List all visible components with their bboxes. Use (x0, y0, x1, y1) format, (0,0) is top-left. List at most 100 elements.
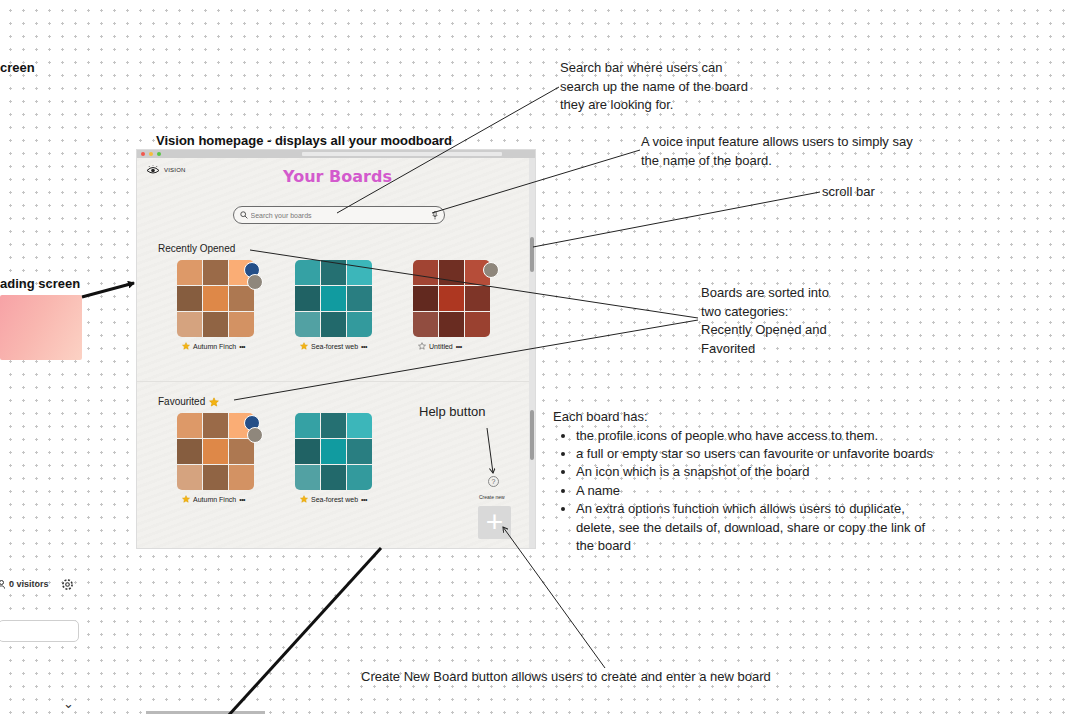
thumbnail-cell (295, 286, 320, 311)
scroll-thumb[interactable] (530, 410, 534, 460)
app-window: VISION Your Boards Recently Opened Autumn F… (137, 150, 535, 548)
canvas-bar (146, 711, 265, 714)
search-input[interactable] (248, 208, 432, 222)
board-card[interactable]: Sea-forest web••• (295, 413, 372, 504)
annotation-note: Search bar where users cansearch up the … (560, 59, 748, 115)
thumbnail-cell (321, 439, 346, 464)
board-card[interactable]: Autumn Finch••• (177, 413, 254, 504)
thumbnail-cell (203, 413, 228, 438)
member-avatars (244, 262, 263, 290)
board-thumbnail[interactable] (177, 260, 254, 337)
filled-star-icon[interactable] (182, 342, 190, 350)
side-text-field[interactable] (0, 620, 79, 642)
chevron-toggle[interactable]: ⌄ (63, 697, 74, 711)
annotation-line: search up the name of the board (560, 78, 748, 97)
design-canvas[interactable]: creenading screen0 visitors⌄Vision homep… (0, 0, 1065, 714)
board-sections: Recently OpenedAutumn Finch•••Sea-forest… (146, 243, 521, 504)
thumbnail-cell (321, 413, 346, 438)
section-divider (137, 381, 535, 382)
thumbnail-cell (321, 465, 346, 490)
address-bar (302, 152, 502, 156)
scroll-bar[interactable] (529, 158, 535, 548)
annotation-line: scroll bar (822, 183, 875, 202)
search-bar[interactable] (233, 206, 445, 224)
person-icon (0, 580, 5, 589)
window-titlebar (137, 150, 535, 158)
thumbnail-cell (413, 260, 438, 285)
board-thumbnail[interactable] (177, 413, 254, 490)
thumbnail-cell (347, 439, 372, 464)
board-card[interactable]: Sea-forest web••• (295, 260, 372, 351)
board-card[interactable]: Untitled••• (413, 260, 490, 351)
more-options-button[interactable]: ••• (239, 342, 245, 351)
thumbnail-cell (295, 312, 320, 337)
window-dot[interactable] (157, 152, 161, 156)
section-title-text: Recently Opened (158, 243, 235, 255)
filled-star-icon[interactable] (182, 495, 190, 503)
board-thumbnail[interactable] (295, 260, 372, 337)
star-icon (209, 397, 219, 407)
annotation-bullet: A name (576, 482, 945, 500)
member-avatar[interactable] (483, 262, 499, 278)
board-meta: Untitled••• (413, 341, 490, 351)
thumbnail-cell (321, 260, 346, 285)
annotation-line: Each board has: (553, 408, 945, 427)
filled-star-icon[interactable] (300, 495, 308, 503)
filled-star-icon[interactable] (300, 342, 308, 350)
thumbnail-cell (295, 413, 320, 438)
window-dot[interactable] (141, 152, 145, 156)
thumbnail-cell (413, 312, 438, 337)
annotation-bullet: a full or empty star so users can favour… (576, 445, 945, 463)
thumbnail-cell (347, 312, 372, 337)
section-title: Recently Opened (158, 243, 521, 255)
member-avatar[interactable] (247, 427, 263, 443)
page-heading: Your Boards (283, 169, 392, 185)
annotation-line: the name of the board. (641, 152, 913, 171)
thumbnail-cell (321, 312, 346, 337)
visitors-count: 0 visitors (0, 577, 49, 591)
board-thumbnail[interactable] (295, 413, 372, 490)
help-button[interactable]: ? (488, 476, 499, 487)
thumbnail-cell (203, 312, 228, 337)
thumbnail-cell (295, 439, 320, 464)
scroll-thumb[interactable] (530, 237, 534, 272)
thumbnail-cell (229, 465, 254, 490)
more-options-button[interactable]: ••• (361, 342, 367, 351)
more-options-button[interactable]: ••• (361, 495, 367, 504)
empty-star-icon[interactable] (418, 342, 426, 350)
board-meta: Sea-forest web••• (295, 494, 372, 504)
thumbnail-cell (439, 312, 464, 337)
screen-label: creen (0, 60, 35, 76)
more-options-button[interactable]: ••• (239, 495, 245, 504)
gear-icon[interactable] (61, 578, 74, 591)
thumbnail-cell (321, 286, 346, 311)
window-dot[interactable] (149, 152, 153, 156)
logo-text: VISION (164, 166, 186, 175)
annotation-note: scroll bar (822, 183, 875, 202)
annotation-line: Recently Opened and (701, 321, 829, 340)
vision-logo[interactable]: VISION (146, 165, 275, 175)
create-new-button[interactable]: + (478, 506, 511, 539)
annotation-bullet: the profile icons of people who have acc… (576, 427, 945, 445)
more-options-button[interactable]: ••• (456, 342, 462, 351)
annotation-note: Boards are sorted intotwo categories:Rec… (701, 284, 829, 358)
board-thumbnail[interactable] (413, 260, 490, 337)
visitors-text: 0 visitors (9, 577, 49, 591)
member-avatars (483, 262, 499, 278)
thumbnail-cell (177, 312, 202, 337)
microphone-icon[interactable] (432, 211, 438, 220)
annotation-line: two categories: (701, 303, 829, 322)
annotation-line: Search bar where users can (560, 59, 748, 78)
thumbnail-cell (295, 260, 320, 285)
loading-screen-thumbnail[interactable] (0, 295, 82, 360)
board-name: Autumn Finch (193, 495, 236, 504)
thumbnail-cell (229, 312, 254, 337)
thumbnail-cell (203, 439, 228, 464)
thumbnail-cell (229, 439, 254, 464)
search-icon (240, 211, 248, 219)
board-card[interactable]: Autumn Finch••• (177, 260, 254, 351)
thumbnail-cell (465, 286, 490, 311)
board-row: Autumn Finch•••Sea-forest web••• (177, 413, 521, 504)
member-avatar[interactable] (247, 274, 263, 290)
annotation-line: Boards are sorted into (701, 284, 829, 303)
